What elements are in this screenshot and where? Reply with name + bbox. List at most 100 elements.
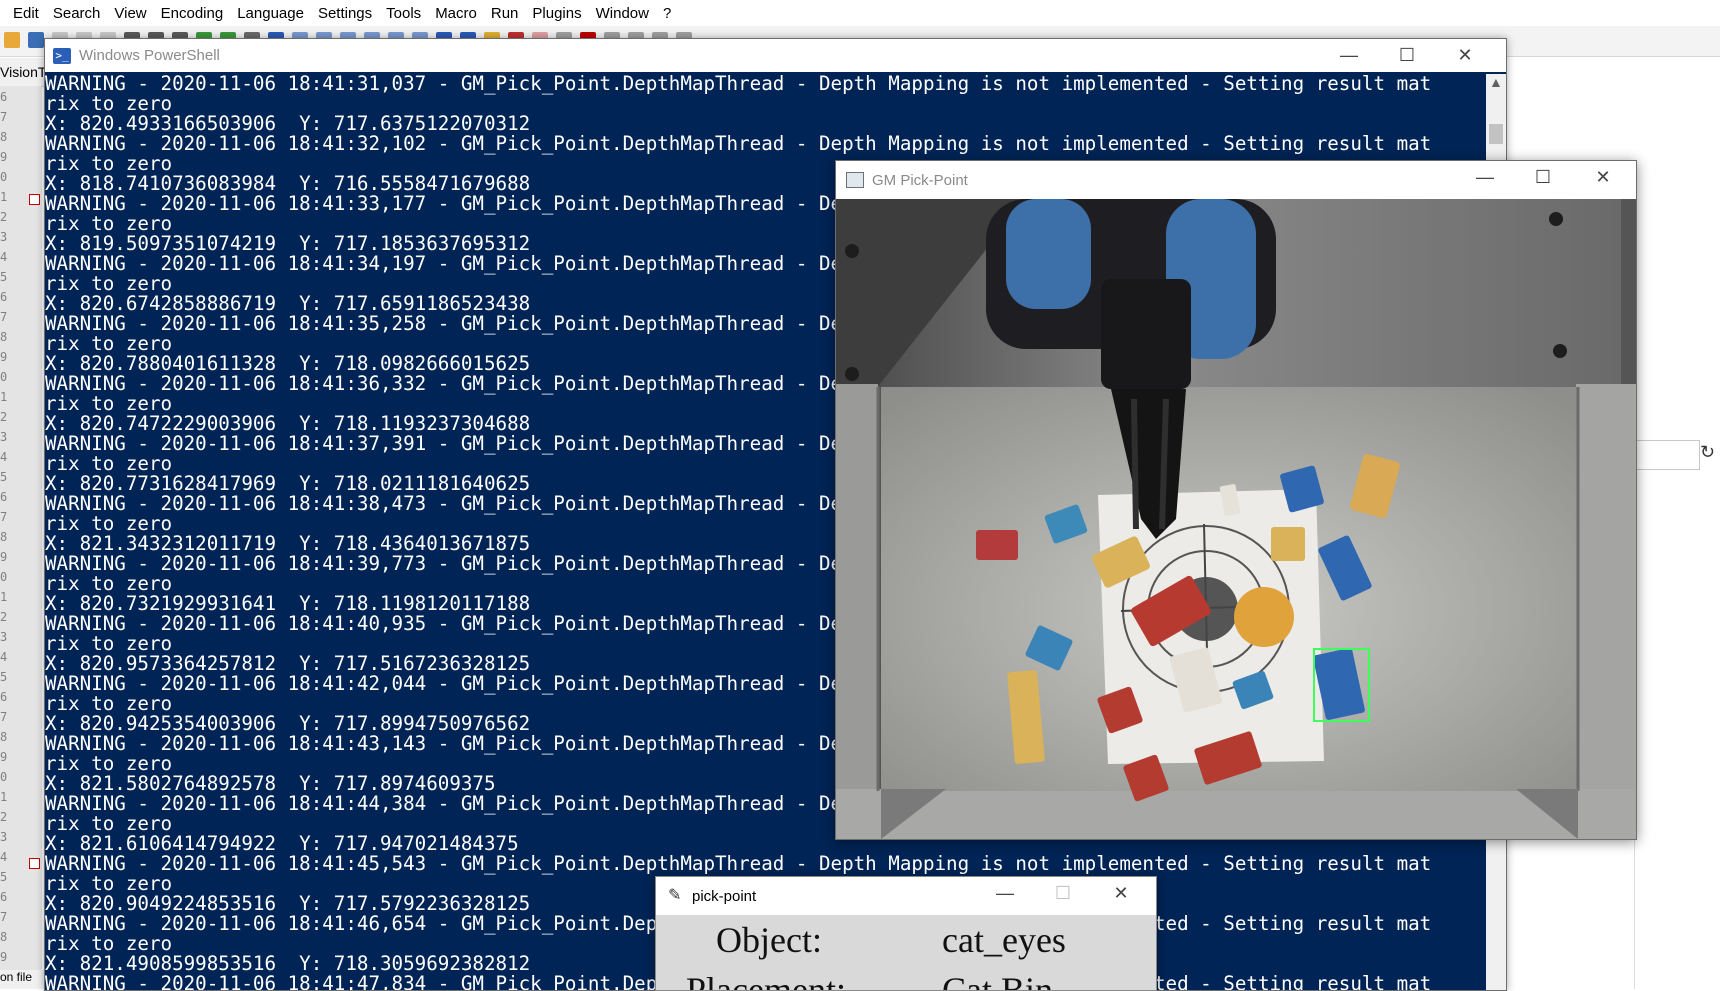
line-number: 8 (0, 330, 8, 344)
powershell-icon: >_ (53, 47, 71, 64)
feather-icon: ✎ (668, 887, 682, 904)
close-button[interactable]: ✕ (1092, 877, 1150, 910)
rail-left (836, 384, 878, 839)
line-number: 4 (0, 450, 8, 464)
placement-value: Cat Bin (942, 970, 1054, 991)
line-number: 0 (0, 770, 8, 784)
console-line: rix to zero (45, 92, 173, 115)
gm-pick-point-title: GM Pick-Point (872, 171, 968, 189)
line-number: 7 (0, 110, 8, 124)
minimize-button[interactable]: — (1456, 161, 1514, 194)
gripper-finger (1159, 398, 1169, 530)
fold-marker-icon[interactable] (29, 194, 40, 205)
menu-item[interactable]: Language (230, 5, 311, 22)
line-number: 8 (0, 130, 8, 144)
line-number: 6 (0, 90, 8, 104)
cookie-object (1234, 587, 1294, 647)
maximize-button[interactable]: ☐ (1378, 39, 1436, 72)
line-number: 8 (0, 730, 8, 744)
camera-view (836, 199, 1636, 839)
background-panel (1634, 250, 1720, 989)
line-number: 5 (0, 270, 8, 284)
pick-point-window: ✎ pick-point — ☐ ✕ Object: cat_eyes Plac… (655, 876, 1157, 991)
line-number: 7 (0, 310, 8, 324)
npp-tab-label[interactable]: VisionT (0, 64, 46, 80)
refresh-icon[interactable]: ↻ (1700, 442, 1715, 463)
scroll-up-icon[interactable]: ▲ (1489, 74, 1503, 90)
menu-item[interactable]: Search (46, 5, 108, 22)
line-number: 4 (0, 650, 8, 664)
object-value: cat_eyes (942, 920, 1066, 960)
object-label: Object: (716, 920, 822, 960)
line-number: 6 (0, 890, 8, 904)
line-number: 8 (0, 530, 8, 544)
console-line: WARNING - 2020-11-06 18:41:31,037 - GM_P… (45, 74, 1432, 95)
placement-label: Placement: (686, 970, 846, 991)
line-number: 2 (0, 610, 8, 624)
line-number: 5 (0, 870, 8, 884)
line-number: 2 (0, 210, 8, 224)
background-dropdown[interactable] (1636, 440, 1700, 470)
console-line: WARNING - 2020-11-06 18:41:45,543 - GM_P… (45, 852, 1432, 875)
line-number: 3 (0, 430, 8, 444)
gm-pick-point-titlebar[interactable]: GM Pick-Point — ☐ ✕ (836, 161, 1636, 199)
menu-item[interactable]: Run (484, 5, 526, 22)
line-number: 3 (0, 830, 8, 844)
robot-blue-arm (1006, 199, 1091, 309)
toolbar-icon[interactable] (4, 32, 20, 48)
screw (1549, 212, 1563, 226)
screw (845, 367, 859, 381)
menu-item[interactable]: Plugins (525, 5, 588, 22)
menu-item[interactable]: Encoding (154, 5, 231, 22)
scroll-thumb[interactable] (1489, 124, 1503, 144)
menu-item[interactable]: Edit (0, 5, 46, 22)
toolbar-icon[interactable] (28, 32, 44, 48)
npp-status-text: on file (0, 970, 46, 989)
console-line: WARNING - 2020-11-06 18:41:32,102 - GM_P… (45, 132, 1432, 155)
menu-item[interactable]: Tools (379, 5, 428, 22)
fold-marker-icon[interactable] (29, 858, 40, 869)
line-number: 9 (0, 750, 8, 764)
app-icon (846, 172, 864, 188)
line-number: 6 (0, 690, 8, 704)
rail-right (1576, 384, 1636, 839)
console-line: X: 820.4933166503906 Y: 717.637512207031… (45, 112, 531, 135)
line-number: 1 (0, 390, 8, 404)
screw (1553, 344, 1567, 358)
close-button[interactable]: ✕ (1436, 39, 1494, 72)
line-number: 9 (0, 550, 8, 564)
menu-item[interactable]: ? (656, 5, 678, 22)
line-number: 1 (0, 190, 8, 204)
line-number: 9 (0, 150, 8, 164)
gm-pick-point-window: GM Pick-Point — ☐ ✕ (835, 160, 1637, 840)
line-number: 0 (0, 170, 8, 184)
robot-wrist (1101, 279, 1191, 389)
line-number: 0 (0, 370, 8, 384)
menu-item[interactable]: Macro (428, 5, 484, 22)
line-number: 0 (0, 570, 8, 584)
menu-item[interactable]: Settings (311, 5, 379, 22)
menu-item[interactable]: View (107, 5, 153, 22)
minimize-button[interactable]: — (976, 877, 1034, 910)
line-number: 4 (0, 850, 8, 864)
brick-yellow (1271, 527, 1305, 561)
line-number: 5 (0, 470, 8, 484)
line-number: 5 (0, 670, 8, 684)
powershell-titlebar[interactable]: >_ Windows PowerShell — ☐ ✕ (45, 39, 1506, 72)
line-number: 3 (0, 630, 8, 644)
close-button[interactable]: ✕ (1574, 161, 1632, 194)
line-number: 2 (0, 410, 8, 424)
brick-red (976, 530, 1018, 560)
line-number: 9 (0, 950, 8, 964)
npp-line-gutter: 6 7 8 9 0 1 2 3 4 5 6 7 8 9 0 1 2 3 4 5 6 7 8 9 0 1 2 3 4 5 6 7 8 9 0 1 2 3 4 5… (0, 86, 42, 989)
line-number: 6 (0, 490, 8, 504)
minimize-button[interactable]: — (1320, 39, 1378, 72)
line-number: 1 (0, 590, 8, 604)
maximize-button: ☐ (1054, 883, 1072, 903)
pick-point-body: Object: cat_eyes Placement: Cat Bin (656, 915, 1156, 990)
pick-point-titlebar[interactable]: ✎ pick-point — ☐ ✕ (656, 877, 1156, 915)
maximize-button[interactable]: ☐ (1514, 161, 1572, 194)
line-number: 4 (0, 250, 8, 264)
menu-item[interactable]: Window (589, 5, 656, 22)
gripper-finger (1131, 398, 1139, 530)
